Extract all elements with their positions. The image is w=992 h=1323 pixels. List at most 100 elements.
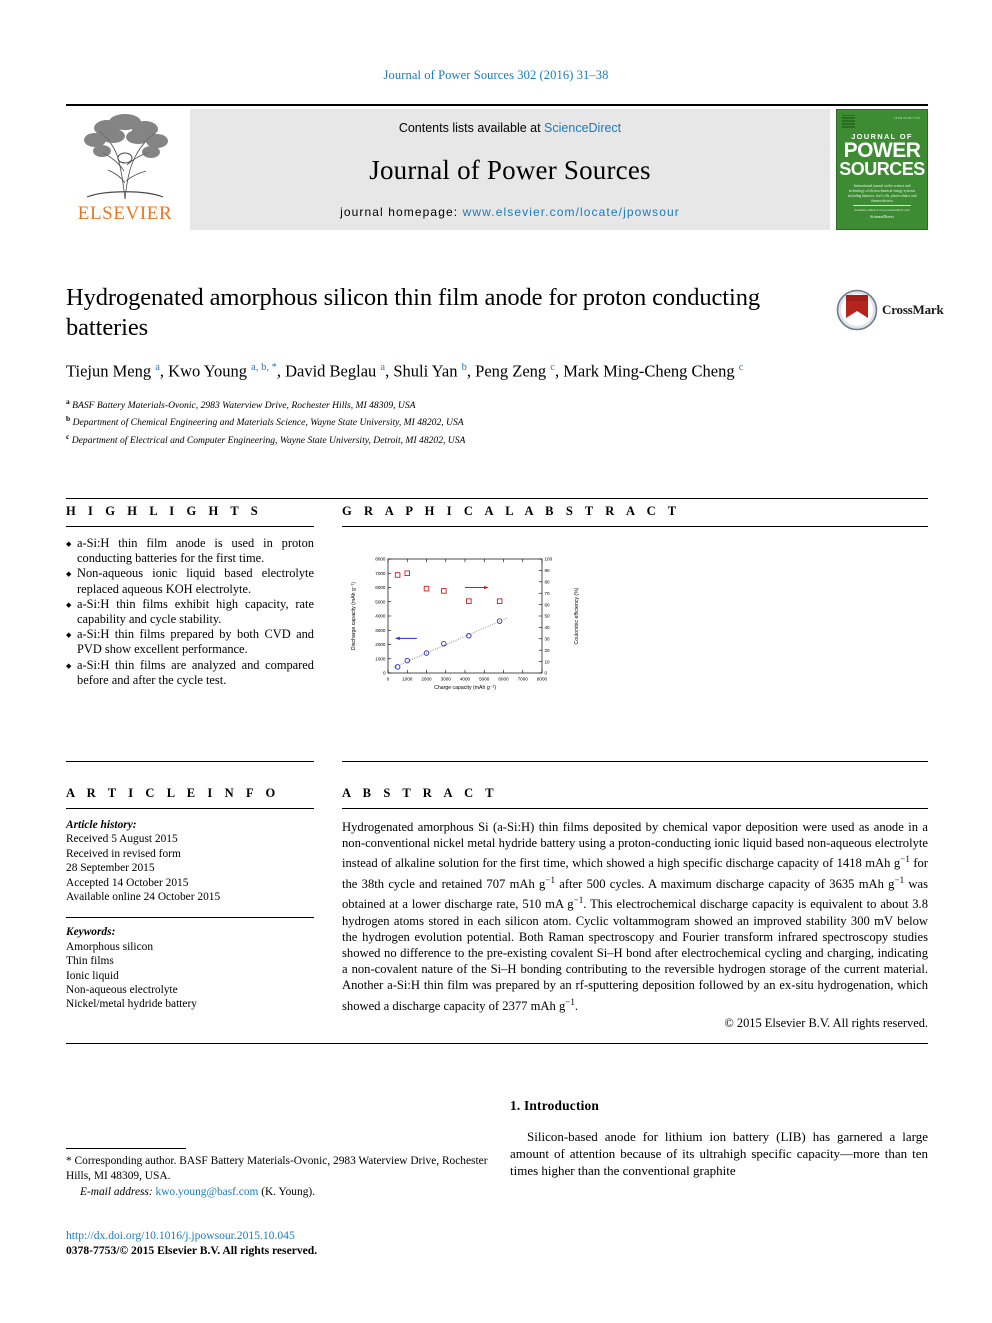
divider-above-abstract — [342, 761, 928, 762]
article-info-rule — [66, 808, 314, 809]
highlights-section: H I G H L I G H T S a-Si:H thin film ano… — [66, 504, 314, 688]
svg-text:Discharge capacity (mAh g⁻¹): Discharge capacity (mAh g⁻¹) — [351, 582, 357, 650]
svg-text:4000: 4000 — [375, 614, 386, 619]
cover-line-power: POWER — [843, 139, 921, 162]
elsevier-wordmark: ELSEVIER — [77, 203, 173, 224]
email-link[interactable]: kwo.young@basf.com — [156, 1186, 259, 1198]
cover-elsevier-mark-icon — [842, 115, 855, 128]
sciencedirect-link[interactable]: ScienceDirect — [544, 121, 621, 135]
graphical-abstract-heading: G R A P H I C A L A B S T R A C T — [342, 504, 681, 518]
journal-band: Contents lists available at ScienceDirec… — [190, 109, 830, 230]
cover-blurb: International journal on the science and… — [847, 184, 917, 203]
highlights-heading: H I G H L I G H T S — [66, 504, 263, 518]
corresponding-author-footnote: * Corresponding author. BASF Battery Mat… — [66, 1148, 506, 1200]
journal-homepage-link[interactable]: www.elsevier.com/locate/jpowsour — [463, 205, 680, 219]
svg-text:Charge capacity (mAh g⁻¹): Charge capacity (mAh g⁻¹) — [434, 685, 496, 691]
svg-text:3000: 3000 — [441, 677, 452, 682]
keyword-item: Non-aqueous electrolyte — [66, 984, 178, 997]
highlights-rule — [66, 526, 314, 527]
paper-page: Journal of Power Sources 302 (2016) 31–3… — [0, 0, 992, 1323]
elsevier-tree-icon — [77, 111, 173, 203]
divider-above-keywords — [66, 917, 314, 919]
svg-text:Coulombic efficiency (%): Coulombic efficiency (%) — [574, 587, 580, 644]
graphical-abstract-section: G R A P H I C A L A B S T R A C T 0 1000 2… — [342, 504, 928, 709]
keyword-item: Thin films — [66, 955, 114, 968]
journal-cover-thumbnail[interactable]: ISSN 0378-7753 JOURNAL OF POWER SOURCES … — [836, 109, 928, 230]
running-head: Journal of Power Sources 302 (2016) 31–3… — [383, 68, 609, 82]
author-list: Tiejun Meng a, Kwo Young a, b, *, David … — [66, 361, 744, 381]
corresponding-author-text: * Corresponding author. BASF Battery Mat… — [66, 1155, 488, 1182]
svg-text:3000: 3000 — [375, 628, 386, 633]
affiliation-b: b Department of Chemical Engineering and… — [66, 412, 806, 430]
capacity-efficiency-scatter-chart: 0 1000 2000 3000 4000 5000 6000 7000 8000 0 1000 20… — [351, 557, 580, 691]
article-history-block: Article history: Received 5 August 2015 … — [66, 818, 314, 904]
affiliation-text-b: Department of Chemical Engineering and M… — [72, 417, 464, 429]
page-title: Hydrogenated amorphous silicon thin film… — [66, 284, 761, 341]
history-line: Received 5 August 2015 — [66, 833, 178, 846]
journal-title: Journal of Power Sources — [369, 154, 651, 185]
svg-text:0: 0 — [383, 671, 386, 676]
svg-text:4000: 4000 — [460, 677, 471, 682]
abstract-heading: A B S T R A C T — [342, 786, 499, 800]
svg-text:100: 100 — [545, 557, 553, 562]
crossmark-icon — [836, 289, 878, 331]
abstract-rule — [342, 808, 928, 809]
introduction-paragraph: Silicon-based anode for lithium ion batt… — [510, 1129, 928, 1178]
elsevier-logo: ELSEVIER — [66, 109, 184, 230]
divider-below-abstract — [66, 1043, 928, 1044]
history-line: Received in revised form — [66, 847, 181, 860]
keywords-block: Keywords: Amorphous silicon Thin films I… — [66, 925, 314, 1011]
keyword-item: Amorphous silicon — [66, 940, 154, 953]
email-suffix: (K. Young). — [258, 1186, 316, 1199]
abstract-copyright: © 2015 Elsevier B.V. All rights reserved… — [724, 1015, 928, 1030]
svg-text:7000: 7000 — [375, 571, 386, 576]
affiliation-text-c: Department of Electrical and Computer En… — [71, 435, 466, 447]
svg-text:2000: 2000 — [421, 677, 432, 682]
email-line: E-mail address: kwo.young@basf.com (K. Y… — [66, 1185, 506, 1200]
keyword-item: Nickel/metal hydride battery — [66, 998, 197, 1011]
svg-text:0: 0 — [387, 677, 390, 682]
svg-text:20: 20 — [545, 648, 551, 653]
svg-text:6000: 6000 — [498, 677, 509, 682]
svg-text:6000: 6000 — [375, 585, 386, 590]
svg-text:8000: 8000 — [537, 677, 548, 682]
contents-prefix: Contents lists available at — [398, 121, 545, 135]
contents-available-line: Contents lists available at ScienceDirec… — [399, 121, 621, 135]
affiliation-mark-c: c — [66, 431, 70, 441]
cover-line-sources: SOURCES — [839, 159, 925, 179]
cover-footer-line1: Available online at www.sciencedirect.co… — [853, 205, 911, 212]
issn-copyright-line: 0378-7753/© 2015 Elsevier B.V. All right… — [66, 1244, 318, 1257]
history-line: 28 September 2015 — [66, 862, 155, 875]
abstract-body: Hydrogenated amorphous Si (a-Si:H) thin … — [342, 820, 928, 1013]
svg-text:2000: 2000 — [375, 642, 386, 647]
svg-text:5000: 5000 — [375, 599, 386, 604]
divider-above-article-info — [66, 761, 314, 762]
svg-text:1000: 1000 — [375, 656, 386, 661]
svg-text:1000: 1000 — [402, 677, 413, 682]
introduction-heading: 1. Introduction — [510, 1098, 600, 1113]
affiliation-a: a BASF Battery Materials-Ovonic, 2983 Wa… — [66, 395, 806, 413]
svg-text:50: 50 — [545, 614, 551, 619]
footer-identifiers: http://dx.doi.org/10.1016/j.jpowsour.201… — [66, 1228, 506, 1258]
crossmark-badge[interactable]: CrossMark — [836, 286, 946, 334]
cover-footer-line2: ScienceDirect — [870, 214, 894, 219]
doi-link[interactable]: http://dx.doi.org/10.1016/j.jpowsour.201… — [66, 1228, 506, 1243]
highlights-list: a-Si:H thin film anode is used in proton… — [66, 536, 314, 688]
keyword-item: Ionic liquid — [66, 969, 119, 982]
crossmark-label: CrossMark — [882, 302, 944, 317]
svg-text:8000: 8000 — [375, 557, 386, 562]
svg-text:5000: 5000 — [479, 677, 490, 682]
svg-text:40: 40 — [545, 625, 551, 630]
email-label: E-mail address: — [80, 1186, 156, 1199]
title-block: Hydrogenated amorphous silicon thin film… — [66, 283, 806, 448]
article-history-label: Article history: — [66, 819, 137, 831]
divider-above-highlights — [66, 498, 928, 499]
list-item: a-Si:H thin film anode is used in proton… — [66, 536, 314, 566]
svg-text:7000: 7000 — [518, 677, 529, 682]
list-item: a-Si:H thin films prepared by both CVD a… — [66, 627, 314, 657]
list-item: Non-aqueous ionic liquid based electroly… — [66, 566, 314, 596]
article-info-heading: A R T I C L E I N F O — [66, 786, 280, 800]
journal-homepage-line: journal homepage: www.elsevier.com/locat… — [340, 205, 680, 219]
svg-text:60: 60 — [545, 602, 551, 607]
affiliation-text-a: BASF Battery Materials-Ovonic, 2983 Wate… — [72, 399, 416, 411]
